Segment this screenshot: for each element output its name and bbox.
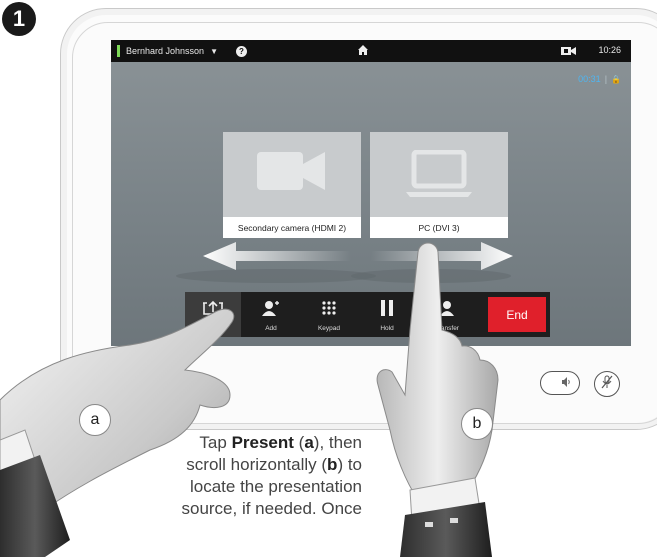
instruction-mid1: (	[293, 433, 305, 452]
callout-b: b	[461, 408, 493, 440]
instruction-pre: Tap	[199, 433, 232, 452]
callout-a: a	[79, 404, 111, 436]
instruction-b: b	[327, 455, 338, 474]
instruction-present: Present	[231, 433, 294, 452]
instruction-a: a	[304, 433, 314, 452]
instruction-text: Tap Present (a), then scroll horizontall…	[162, 432, 362, 520]
